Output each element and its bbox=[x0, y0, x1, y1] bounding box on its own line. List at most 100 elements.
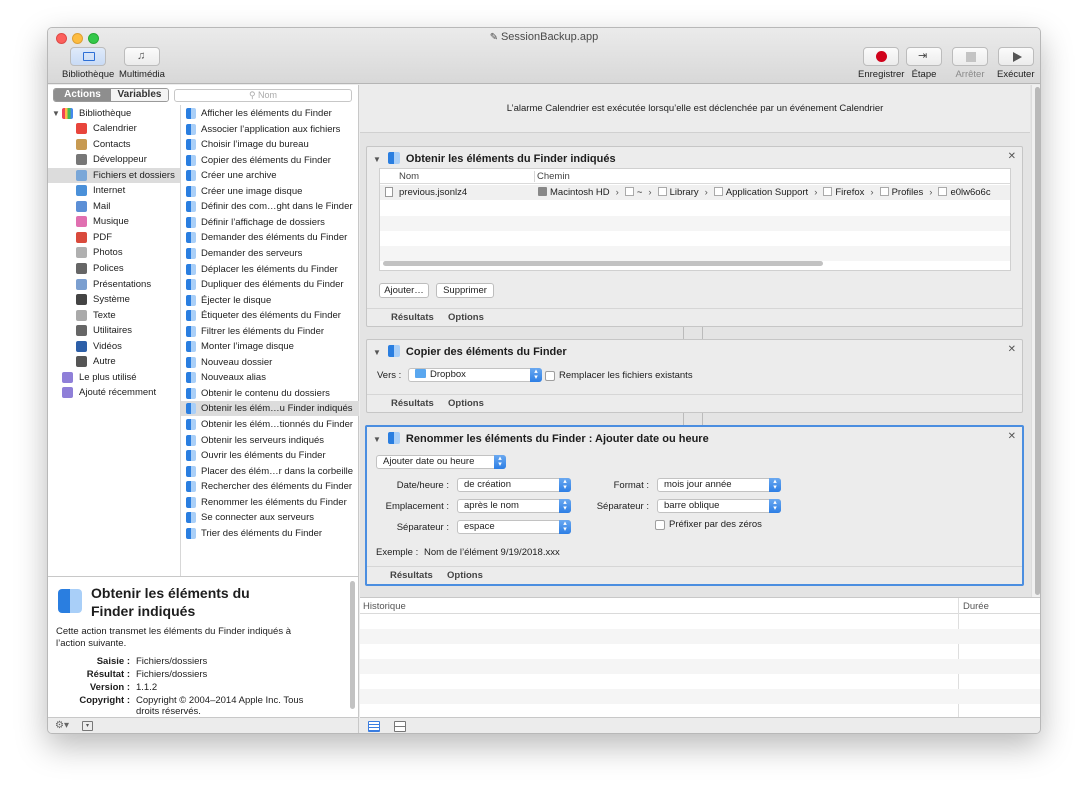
add-button[interactable]: Ajouter… bbox=[379, 283, 429, 298]
action-item[interactable]: Définir des com…ght dans le Finder bbox=[181, 199, 359, 214]
column-divider bbox=[534, 171, 535, 182]
destination-popup[interactable]: Dropbox ▴ ▾ bbox=[408, 368, 542, 382]
action-item[interactable]: Obtenir les élém…tionnés du Finder bbox=[181, 417, 359, 432]
log-column-duration[interactable]: Durée bbox=[963, 601, 989, 612]
date-time-popup[interactable]: de création ▴ ▾ bbox=[457, 478, 571, 492]
run-button[interactable]: Exécuter bbox=[997, 47, 1035, 80]
tab-variables[interactable]: Variables bbox=[111, 89, 168, 101]
action-item[interactable]: Demander des éléments du Finder bbox=[181, 230, 359, 245]
action-item[interactable]: Déplacer les éléments du Finder bbox=[181, 262, 359, 277]
description-toggle-icon[interactable]: ▾ bbox=[82, 721, 93, 731]
block3-header[interactable]: ▼ Renommer les éléments du Finder : Ajout… bbox=[373, 432, 709, 445]
action-item[interactable]: Placer des élém…r dans la corbeille bbox=[181, 464, 359, 479]
description-scrollbar[interactable] bbox=[350, 581, 355, 709]
action-item[interactable]: Créer une archive bbox=[181, 168, 359, 183]
action-item[interactable]: Afficher les éléments du Finder bbox=[181, 106, 359, 121]
category-item[interactable]: Fichiers et dossiers bbox=[48, 167, 180, 183]
collapse-triangle-icon[interactable]: ▼ bbox=[373, 155, 381, 164]
block2-results-tab[interactable]: Résultats bbox=[391, 395, 434, 412]
block2-header[interactable]: ▼ Copier des éléments du Finder bbox=[373, 345, 567, 358]
library-search-input[interactable]: ⚲ Nom bbox=[174, 89, 352, 102]
category-item[interactable]: Polices bbox=[48, 261, 180, 276]
action-item[interactable]: Demander des serveurs bbox=[181, 246, 359, 261]
library-root[interactable]: ▼ Bibliothèque bbox=[48, 106, 180, 121]
action-list: Afficher les éléments du Finder Associer … bbox=[181, 105, 359, 576]
path-control[interactable]: Macintosh HD › ~ › Library › Application Suppo… bbox=[538, 186, 1010, 199]
tab-actions[interactable]: Actions bbox=[54, 89, 111, 101]
library-toggle-button[interactable]: Bibliothèque bbox=[62, 47, 114, 80]
category-item[interactable]: Mail bbox=[48, 199, 180, 214]
category-item[interactable]: Internet bbox=[48, 183, 180, 198]
separator2-popup[interactable]: barre oblique ▴ ▾ bbox=[657, 499, 781, 513]
action-item[interactable]: Étiqueter des éléments du Finder bbox=[181, 308, 359, 323]
collapse-triangle-icon[interactable]: ▼ bbox=[373, 435, 381, 444]
action-item[interactable]: Obtenir les élém…u Finder indiqués bbox=[181, 401, 359, 417]
block3-results-tab[interactable]: Résultats bbox=[390, 567, 433, 584]
workflow-scroll-thumb[interactable] bbox=[1035, 87, 1040, 595]
block1-options-tab[interactable]: Options bbox=[448, 309, 484, 326]
block3-options-tab[interactable]: Options bbox=[447, 567, 483, 584]
record-button[interactable]: Enregistrer bbox=[858, 47, 904, 80]
block1-results-tab[interactable]: Résultats bbox=[391, 309, 434, 326]
category-item[interactable]: Contacts bbox=[48, 137, 180, 152]
stop-button[interactable]: Arrêter bbox=[952, 47, 988, 80]
category-item[interactable]: Calendrier bbox=[48, 121, 180, 136]
category-item[interactable]: PDF bbox=[48, 230, 180, 245]
step-button[interactable]: ⇥ Étape bbox=[906, 47, 942, 80]
category-item[interactable]: Musique bbox=[48, 214, 180, 229]
action-item[interactable]: Nouveaux alias bbox=[181, 370, 359, 385]
action-item[interactable]: Filtrer les éléments du Finder bbox=[181, 324, 359, 339]
action-item[interactable]: Définir l’affichage de dossiers bbox=[181, 215, 359, 230]
replace-files-checkbox[interactable] bbox=[545, 371, 555, 381]
action-item[interactable]: Éjecter le disque bbox=[181, 293, 359, 308]
category-item[interactable]: Présentations bbox=[48, 277, 180, 292]
rename-mode-popup[interactable]: Ajouter date ou heure ▴ ▾ bbox=[376, 455, 506, 469]
action-item[interactable]: Créer une image disque bbox=[181, 184, 359, 199]
split-view-icon[interactable] bbox=[394, 721, 406, 732]
category-item[interactable]: Utilitaires bbox=[48, 323, 180, 338]
category-item[interactable]: Système bbox=[48, 292, 180, 307]
workflow-scrollbar[interactable] bbox=[1031, 85, 1040, 597]
category-item[interactable]: Photos bbox=[48, 245, 180, 260]
category-item[interactable]: Vidéos bbox=[48, 339, 180, 354]
action-item[interactable]: Rechercher des éléments du Finder bbox=[181, 479, 359, 494]
block3-close-icon[interactable]: ✕ bbox=[1008, 431, 1016, 442]
action-item[interactable]: Obtenir les serveurs indiqués bbox=[181, 433, 359, 448]
gear-icon[interactable]: ⚙▾ bbox=[55, 720, 69, 731]
finder-icon bbox=[387, 152, 400, 164]
smart-group-item[interactable]: Ajouté récemment bbox=[48, 385, 180, 400]
category-item[interactable]: Développeur bbox=[48, 152, 180, 167]
action-item[interactable]: Nouveau dossier bbox=[181, 355, 359, 370]
block2-close-icon[interactable]: ✕ bbox=[1008, 344, 1016, 355]
action-item[interactable]: Obtenir le contenu du dossiers bbox=[181, 386, 359, 401]
remove-button[interactable]: Supprimer bbox=[436, 283, 494, 298]
action-item[interactable]: Trier des éléments du Finder bbox=[181, 526, 359, 541]
action-item[interactable]: Dupliquer des éléments du Finder bbox=[181, 277, 359, 292]
collapse-triangle-icon[interactable]: ▼ bbox=[373, 348, 381, 357]
block1-header[interactable]: ▼ Obtenir les éléments du Finder indiqués bbox=[373, 152, 616, 165]
separator-popup[interactable]: espace ▴ ▾ bbox=[457, 520, 571, 534]
column-header-name[interactable]: Nom bbox=[399, 171, 419, 182]
format-popup[interactable]: mois jour année ▴ ▾ bbox=[657, 478, 781, 492]
action-item[interactable]: Choisir l’image du bureau bbox=[181, 137, 359, 152]
horizontal-scrollbar[interactable] bbox=[383, 261, 823, 266]
smart-group-item[interactable]: Le plus utilisé bbox=[48, 370, 180, 385]
location-popup[interactable]: après le nom ▴ ▾ bbox=[457, 499, 571, 513]
log-column-history[interactable]: Historique bbox=[363, 601, 406, 612]
block2-options-tab[interactable]: Options bbox=[448, 395, 484, 412]
action-item[interactable]: Copier des éléments du Finder bbox=[181, 153, 359, 168]
category-item[interactable]: Autre bbox=[48, 354, 180, 369]
action-item[interactable]: Se connecter aux serveurs bbox=[181, 510, 359, 525]
zero-prefix-checkbox[interactable] bbox=[655, 520, 665, 530]
category-item[interactable]: Texte bbox=[48, 308, 180, 323]
action-item[interactable]: Associer l’application aux fichiers bbox=[181, 122, 359, 137]
action-item[interactable]: Renommer les éléments du Finder bbox=[181, 495, 359, 510]
action-item[interactable]: Ouvrir les éléments du Finder bbox=[181, 448, 359, 463]
table-row[interactable]: previous.jsonlz4 Macintosh HD › ~ › Library ›… bbox=[380, 185, 1010, 200]
action-item[interactable]: Monter l’image disque bbox=[181, 339, 359, 354]
column-header-path[interactable]: Chemin bbox=[537, 171, 570, 182]
dropbox-folder-icon bbox=[415, 369, 426, 378]
block1-close-icon[interactable]: ✕ bbox=[1008, 151, 1016, 162]
list-view-icon[interactable] bbox=[368, 721, 380, 732]
media-button[interactable]: ♫ Multimédia bbox=[119, 47, 165, 80]
